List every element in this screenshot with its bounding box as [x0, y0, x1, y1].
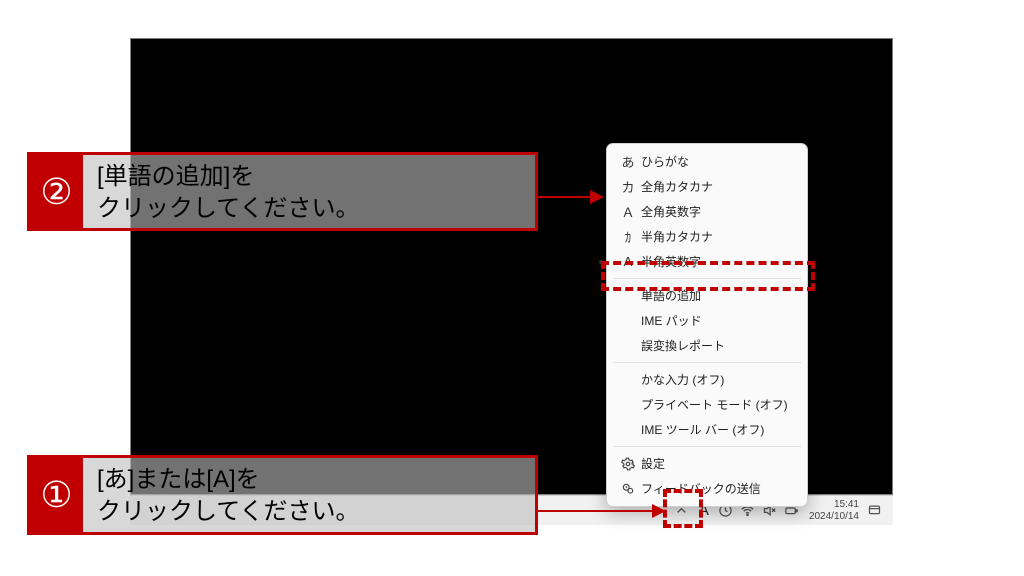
menu-item-settings[interactable]: 設定 [607, 451, 807, 476]
menu-item-label: IME パッド [641, 312, 797, 329]
arrow-step2 [538, 190, 604, 204]
feedback-icon [615, 482, 641, 496]
menu-item-hiragana[interactable]: あ ひらがな [607, 149, 807, 174]
highlight-add-word [601, 261, 815, 291]
arrow-step1 [538, 504, 666, 518]
menu-item-private-mode[interactable]: プライベート モード (オフ) [607, 392, 807, 417]
clock-time: 15:41 [809, 499, 859, 511]
katakana-half-icon: ｶ [615, 227, 641, 246]
menu-item-misconversion-report[interactable]: 誤変換レポート [607, 333, 807, 358]
menu-item-label: 全角英数字 [641, 203, 797, 220]
menu-item-label: かな入力 (オフ) [641, 371, 797, 388]
callout-line: クリックしてください。 [97, 498, 360, 525]
callout-step2: ② [単語の追加]を クリックしてください。 [27, 152, 538, 231]
menu-item-label: 全角カタカナ [641, 178, 797, 195]
menu-item-send-feedback[interactable]: フィードバックの送信 [607, 476, 807, 501]
ime-context-menu: あ ひらがな カ 全角カタカナ Ａ 全角英数字 ｶ 半角カタカナ A 半角英数字… [606, 143, 808, 507]
gear-icon [615, 457, 641, 471]
menu-separator [613, 446, 801, 447]
hiragana-icon: あ [615, 152, 641, 171]
step-number-badge: ② [30, 155, 83, 228]
taskbar-clock[interactable]: 15:41 2024/10/14 [809, 499, 859, 523]
menu-item-label: IME ツール バー (オフ) [641, 421, 797, 438]
menu-separator [613, 362, 801, 363]
highlight-ime-indicator [663, 489, 703, 528]
menu-item-fullwidth-alnum[interactable]: Ａ 全角英数字 [607, 199, 807, 224]
menu-item-ime-toolbar[interactable]: IME ツール バー (オフ) [607, 417, 807, 442]
callout-line: クリックしてください。 [97, 195, 360, 222]
step-number-badge: ① [30, 458, 83, 532]
menu-item-label: 設定 [641, 455, 797, 472]
menu-item-ime-pad[interactable]: IME パッド [607, 308, 807, 333]
notifications-icon[interactable] [863, 500, 885, 522]
katakana-full-icon: カ [615, 177, 641, 196]
clock-date: 2024/10/14 [809, 511, 859, 523]
menu-item-fullwidth-katakana[interactable]: カ 全角カタカナ [607, 174, 807, 199]
callout-line: [あ]または[A]を [97, 466, 260, 493]
callout-text: [あ]または[A]を クリックしてください。 [83, 458, 374, 537]
menu-item-label: 半角カタカナ [641, 228, 797, 245]
menu-item-kana-input[interactable]: かな入力 (オフ) [607, 367, 807, 392]
alnum-full-icon: Ａ [615, 202, 641, 221]
callout-line: [単語の追加]を [97, 163, 254, 190]
menu-item-halfwidth-katakana[interactable]: ｶ 半角カタカナ [607, 224, 807, 249]
menu-item-label: プライベート モード (オフ) [641, 396, 797, 413]
menu-item-label: ひらがな [641, 153, 797, 170]
menu-item-label: 誤変換レポート [641, 337, 797, 354]
callout-step1: ① [あ]または[A]を クリックしてください。 [27, 455, 538, 535]
callout-text: [単語の追加]を クリックしてください。 [83, 155, 374, 234]
